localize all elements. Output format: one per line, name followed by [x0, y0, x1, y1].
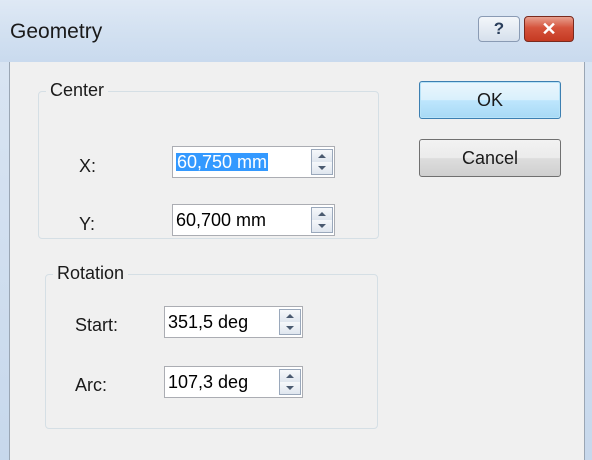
help-icon: ?: [493, 19, 505, 38]
window-title: Geometry: [10, 20, 103, 43]
cancel-button[interactable]: Cancel: [419, 139, 561, 177]
y-field[interactable]: 60,700 mm: [172, 204, 335, 236]
close-button[interactable]: ✕: [524, 16, 574, 42]
cancel-button-label: Cancel: [461, 147, 519, 168]
start-field[interactable]: 351,5 deg: [164, 306, 303, 338]
arrow-up-icon: [318, 212, 326, 216]
x-label: X:: [79, 156, 97, 176]
x-field[interactable]: 60,750 mm: [172, 146, 335, 178]
x-value: 60,750 mm: [176, 152, 269, 172]
title-bar[interactable]: Geometry ? ✕: [0, 0, 592, 62]
arc-value: 107,3 deg: [168, 372, 249, 392]
ok-button[interactable]: OK: [419, 81, 561, 119]
arrow-down-icon: [318, 224, 326, 228]
ok-button-label: OK: [476, 89, 503, 110]
arc-spin-down-button[interactable]: [280, 382, 300, 394]
arrow-down-icon: [286, 386, 294, 390]
close-icon: ✕: [541, 18, 557, 39]
start-value: 351,5 deg: [168, 312, 249, 332]
arrow-up-icon: [286, 314, 294, 318]
start-spin-down-button[interactable]: [280, 322, 300, 334]
y-value: 60,700 mm: [176, 210, 267, 230]
arrow-down-icon: [286, 326, 294, 330]
help-button[interactable]: ?: [478, 16, 520, 42]
start-spinner[interactable]: [279, 309, 301, 335]
rotation-group: Rotation Start: 351,5 deg Arc: 107,3 deg: [45, 263, 378, 429]
x-spinner[interactable]: [311, 149, 333, 175]
geometry-dialog: Geometry ? ✕ Center X: 60,750 mm Y: 60,7…: [0, 0, 592, 460]
y-label: Y:: [79, 214, 96, 234]
arrow-up-icon: [318, 154, 326, 158]
arc-label: Arc:: [75, 375, 108, 395]
arrow-down-icon: [318, 166, 326, 170]
arc-spinner[interactable]: [279, 369, 301, 395]
dialog-body: Center X: 60,750 mm Y: 60,700 mm Rotatio…: [9, 62, 585, 460]
center-group: Center X: 60,750 mm Y: 60,700 mm: [38, 80, 379, 239]
arrow-up-icon: [286, 374, 294, 378]
y-spin-down-button[interactable]: [312, 220, 332, 232]
center-legend: Center: [46, 80, 109, 101]
start-label: Start:: [75, 315, 119, 335]
y-spinner[interactable]: [311, 207, 333, 233]
x-spin-down-button[interactable]: [312, 162, 332, 174]
arc-field[interactable]: 107,3 deg: [164, 366, 303, 398]
rotation-legend: Rotation: [53, 263, 129, 284]
